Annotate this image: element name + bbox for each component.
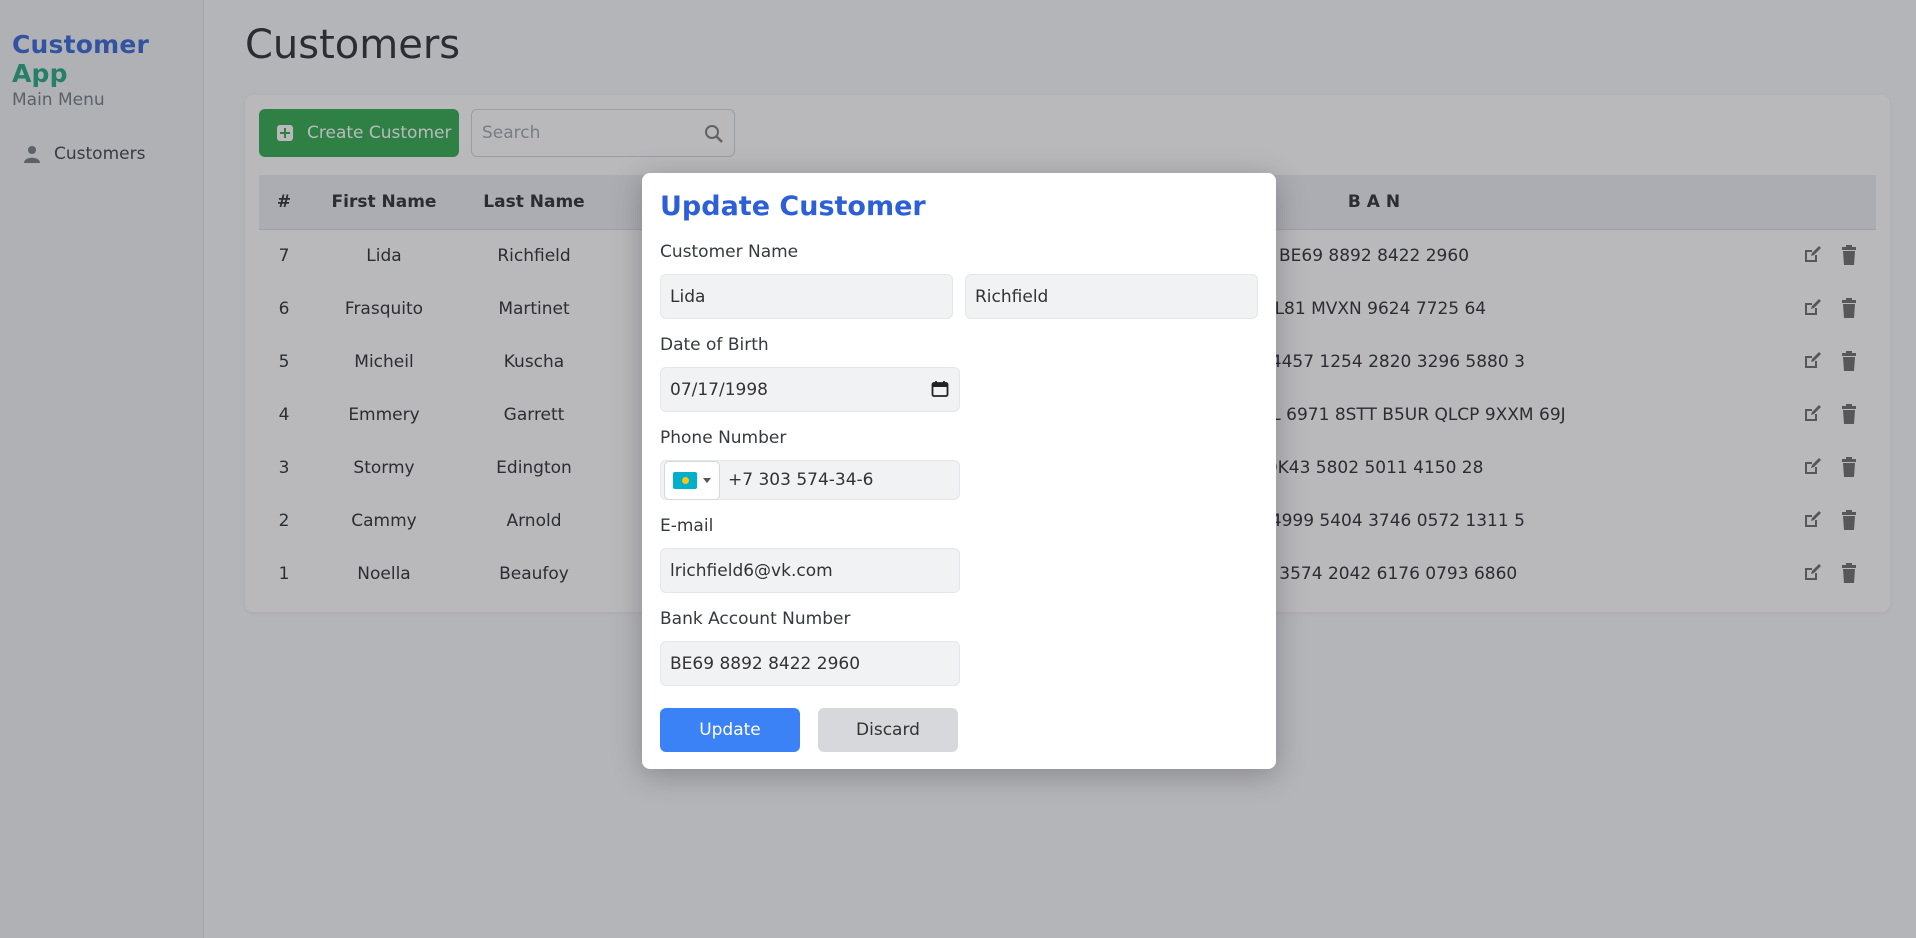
phone-input[interactable]: +7 303 574-34-6 (728, 470, 873, 490)
email-field[interactable]: lrichfield6@vk.com (660, 548, 960, 593)
email-label: E-mail (660, 516, 714, 536)
update-customer-modal: Update Customer Customer Name Lida Richf… (642, 173, 1276, 769)
update-button[interactable]: Update (660, 708, 800, 752)
country-selector[interactable] (664, 460, 720, 500)
phone-field: +7 303 574-34-6 (660, 460, 960, 500)
ban-field[interactable]: BE69 8892 8422 2960 (660, 641, 960, 686)
calendar-icon[interactable] (931, 380, 949, 398)
caret-down-icon (703, 477, 711, 483)
kazakhstan-flag-icon (673, 471, 697, 489)
phone-label: Phone Number (660, 428, 787, 448)
discard-button[interactable]: Discard (818, 708, 958, 752)
modal-title: Update Customer (660, 191, 926, 222)
dob-value: 07/17/1998 (670, 379, 768, 400)
customer-name-label: Customer Name (660, 242, 799, 262)
dob-label: Date of Birth (660, 335, 769, 355)
ban-label: Bank Account Number (660, 609, 851, 629)
first-name-field[interactable]: Lida (660, 274, 953, 319)
dob-field[interactable]: 07/17/1998 (660, 367, 960, 412)
last-name-field[interactable]: Richfield (965, 274, 1258, 319)
